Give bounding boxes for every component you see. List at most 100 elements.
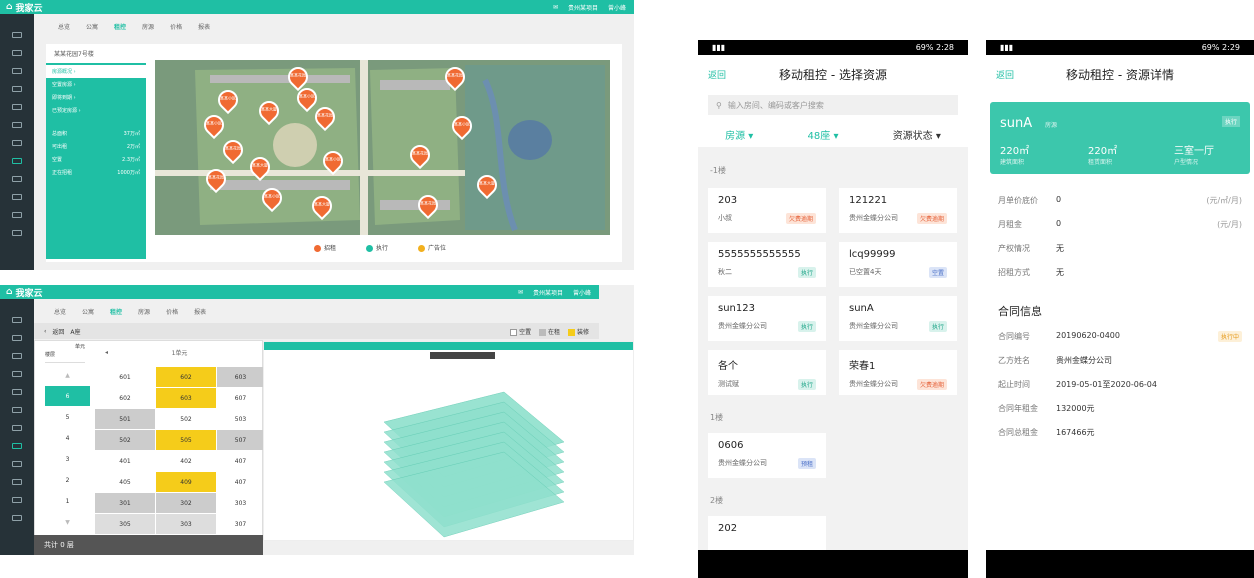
rent-control-icon[interactable]	[12, 443, 22, 449]
room-cell[interactable]: 602	[95, 388, 155, 408]
room-cell[interactable]: 405	[95, 472, 155, 492]
scroll-up-icon[interactable]: ▲	[45, 365, 90, 385]
room-cell[interactable]: 502	[95, 430, 155, 450]
resource-card[interactable]: 5555555555555 秋二 执行	[708, 242, 826, 287]
user-icon[interactable]	[12, 479, 22, 485]
back-button[interactable]: 返回	[996, 68, 1014, 81]
room-cell[interactable]: 502	[156, 409, 216, 429]
calendar-icon[interactable]	[12, 86, 22, 92]
region-select[interactable]: 贵州某项目	[533, 288, 563, 297]
tab-apartment[interactable]: 公寓	[82, 307, 94, 316]
filter-building[interactable]: 48座 ▾	[808, 127, 839, 142]
list-icon[interactable]	[12, 68, 22, 74]
filter-housing[interactable]: 房源 ▾	[725, 127, 753, 142]
chart-icon[interactable]	[12, 122, 22, 128]
tab-housing[interactable]: 房源	[138, 307, 150, 316]
search-input[interactable]: ⚲ 输入房间、编码或客户搜索	[708, 95, 958, 115]
room-cell[interactable]: 305	[95, 514, 155, 534]
tools-icon[interactable]	[12, 212, 22, 218]
left-item-expiring[interactable]: 即将到期 ›	[46, 91, 146, 104]
floor-label[interactable]: 3	[45, 449, 90, 469]
building-3d-thumbnail[interactable]	[263, 341, 634, 541]
left-item-overview[interactable]: 房源概况 ›	[46, 65, 146, 78]
tab-housing[interactable]: 房源	[142, 22, 154, 31]
tab-overview[interactable]: 总览	[58, 22, 70, 31]
room-cell[interactable]: 507	[217, 430, 264, 450]
resource-card[interactable]: 荣春1 贵州金蝶分公司 欠费逾期	[839, 350, 957, 395]
user-icon[interactable]	[12, 194, 22, 200]
tools-icon[interactable]	[12, 497, 22, 503]
bill-icon[interactable]	[12, 104, 22, 110]
room-cell[interactable]: 303	[217, 493, 264, 513]
home-icon[interactable]	[12, 317, 22, 323]
tab-rent-control[interactable]: 租控	[110, 307, 122, 316]
contract-icon[interactable]	[12, 425, 22, 431]
room-cell[interactable]: 301	[95, 493, 155, 513]
tab-rent-control[interactable]: 租控	[114, 22, 126, 31]
resource-card[interactable]: 0606 贵州金蝶分公司 预租	[708, 433, 826, 478]
floor-label[interactable]: 2	[45, 470, 90, 490]
settings-icon[interactable]	[12, 515, 22, 521]
tab-overview[interactable]: 总览	[54, 307, 66, 316]
building-icon[interactable]	[12, 176, 22, 182]
tab-price[interactable]: 价格	[166, 307, 178, 316]
room-cell[interactable]: 501	[95, 409, 155, 429]
notification-icon[interactable]: ✉	[553, 4, 558, 11]
home-icon[interactable]	[12, 32, 22, 38]
room-cell[interactable]: 505	[156, 430, 216, 450]
room-cell[interactable]: 603	[217, 367, 264, 387]
tab-report[interactable]: 报表	[194, 307, 206, 316]
room-cell[interactable]: 401	[95, 451, 155, 471]
calendar-icon[interactable]	[12, 371, 22, 377]
back-button[interactable]: 返回	[708, 68, 726, 81]
list-icon[interactable]	[12, 353, 22, 359]
room-cell[interactable]: 409	[156, 472, 216, 492]
resource-card[interactable]: 203 小叔 欠费逾期	[708, 188, 826, 233]
settings-icon[interactable]	[12, 230, 22, 236]
room-cell[interactable]: 302	[156, 493, 216, 513]
room-cell[interactable]: 503	[217, 409, 264, 429]
left-item-reserved[interactable]: 已预定房源 ›	[46, 104, 146, 117]
resource-card[interactable]: sunA 贵州金蝶分公司 执行	[839, 296, 957, 341]
back-chevron-icon[interactable]: ‹	[44, 328, 46, 335]
floor-label[interactable]: 4	[45, 428, 90, 448]
user-menu[interactable]: 曾小峰	[573, 288, 591, 297]
room-cell[interactable]: 307	[217, 514, 264, 534]
chart-icon[interactable]	[12, 407, 22, 413]
contract-icon[interactable]	[12, 140, 22, 146]
floor-label[interactable]: 1	[45, 491, 90, 511]
filter-status[interactable]: 资源状态 ▾	[893, 127, 941, 142]
room-cell[interactable]: 407	[217, 451, 264, 471]
resource-card[interactable]: 各个 测试赋 执行	[708, 350, 826, 395]
bill-icon[interactable]	[12, 389, 22, 395]
floor-label[interactable]: 5	[45, 407, 90, 427]
resource-card[interactable]: lcq99999 已空置4天 空置	[839, 242, 957, 287]
room-cell[interactable]: 407	[217, 472, 264, 492]
back-link[interactable]: 返回	[52, 327, 64, 336]
tab-apartment[interactable]: 公寓	[86, 22, 98, 31]
building-icon[interactable]	[12, 461, 22, 467]
apartment-icon[interactable]	[12, 50, 22, 56]
room-cell[interactable]: 607	[217, 388, 264, 408]
scroll-down-icon[interactable]: ▼	[45, 512, 90, 532]
left-item-vacant[interactable]: 空置房源 ›	[46, 78, 146, 91]
resource-card[interactable]: sun123 贵州金蝶分公司 执行	[708, 296, 826, 341]
room-cell[interactable]: 303	[156, 514, 216, 534]
region-select[interactable]: 贵州某项目	[568, 3, 598, 12]
room-cell[interactable]: 601	[95, 367, 155, 387]
detail-row: 月单价底价 0 (元/㎡/月)	[998, 195, 1242, 205]
legend-item: 在租	[539, 327, 560, 336]
room-cell[interactable]: 603	[156, 388, 216, 408]
room-cell[interactable]: 402	[156, 451, 216, 471]
status-bar: ▮▮▮ 69% 2:29	[986, 40, 1254, 55]
apartment-icon[interactable]	[12, 335, 22, 341]
user-menu[interactable]: 曾小峰	[608, 3, 626, 12]
tab-report[interactable]: 报表	[198, 22, 210, 31]
floor-label[interactable]: 6	[45, 386, 90, 406]
rent-control-icon[interactable]	[12, 158, 22, 164]
room-cell[interactable]: 602	[156, 367, 216, 387]
prev-icon[interactable]: ◂	[105, 349, 108, 356]
notification-icon[interactable]: ✉	[518, 289, 523, 296]
tab-price[interactable]: 价格	[170, 22, 182, 31]
resource-card[interactable]: 121221 贵州金蝶分公司 欠费逾期	[839, 188, 957, 233]
